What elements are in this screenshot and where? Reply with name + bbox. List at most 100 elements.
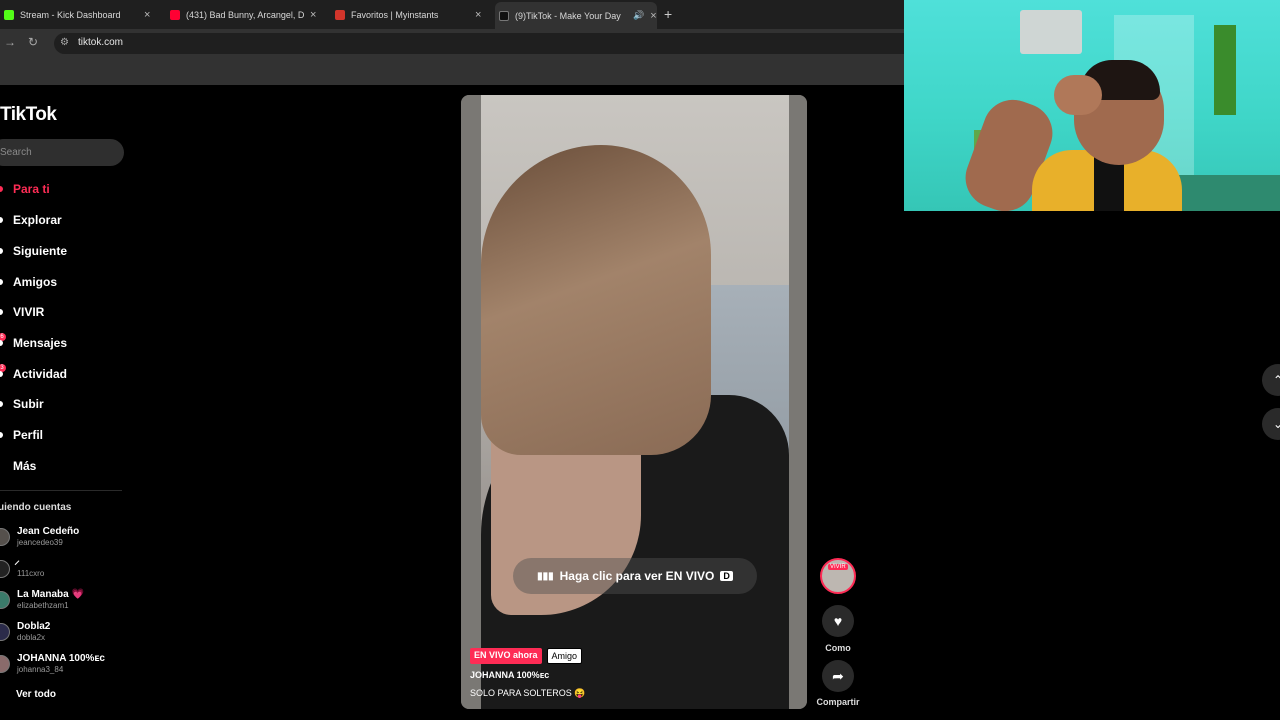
- browser-tab[interactable]: (431) Bad Bunny, Arcangel, De La Ghetto …: [166, 3, 326, 26]
- nav-actividad[interactable]: Actividad: [13, 367, 67, 381]
- forward-icon[interactable]: →: [4, 35, 16, 49]
- watch-live-button[interactable]: ▮▮▮ Haga clic para ver EN VIVO D: [513, 558, 757, 594]
- upload-icon: [0, 401, 3, 407]
- account-name: Dobla2: [17, 621, 51, 632]
- avatar[interactable]: [0, 655, 10, 673]
- browser-tab-active[interactable]: (9)TikTok - Make Your Day 🔊 ×: [495, 2, 657, 29]
- bookmarks-bar: [0, 58, 904, 85]
- close-tab-icon[interactable]: ×: [310, 9, 316, 21]
- watch-live-label: Haga clic para ver EN VIVO: [559, 569, 715, 583]
- new-tab-button[interactable]: +: [664, 6, 672, 22]
- previous-video-button[interactable]: ⌃: [1262, 364, 1280, 396]
- bed: [1174, 175, 1280, 211]
- account-username: jeancedeo39: [17, 538, 63, 547]
- account-name: ̷: [17, 557, 44, 568]
- following-section-title: uiendo cuentas: [0, 502, 72, 513]
- see-all-link[interactable]: Ver todo: [16, 689, 56, 700]
- video-tags: EN VIVO ahora Amigo: [470, 648, 583, 664]
- address-bar-row: → ↻ ⚙ tiktok.com: [0, 29, 904, 58]
- url-text[interactable]: tiktok.com: [78, 37, 123, 48]
- speaker-icon[interactable]: 🔊: [633, 10, 644, 21]
- account-name: Jean Cedeño: [17, 526, 80, 537]
- activity-icon: [0, 371, 3, 377]
- tiktok-favicon-icon: [499, 10, 509, 21]
- following-account[interactable]: JOHANNA 100%ᴇᴄ johanna3_84: [17, 653, 105, 674]
- search-box[interactable]: [0, 139, 124, 166]
- creator-avatar[interactable]: VIVIR: [820, 558, 856, 594]
- keyboard-shortcut-key: D: [720, 571, 733, 581]
- avatar[interactable]: [0, 528, 10, 546]
- home-icon: [0, 186, 3, 192]
- account-name: La Manaba 💗: [17, 589, 84, 600]
- youtube-favicon-icon: [170, 9, 180, 20]
- signal-bars-icon: ▮▮▮: [537, 570, 554, 582]
- close-tab-icon[interactable]: ×: [650, 10, 656, 22]
- account-username: 111cxro: [17, 569, 45, 578]
- reload-icon[interactable]: ↻: [28, 35, 38, 49]
- omnibox[interactable]: ⚙ tiktok.com: [54, 33, 904, 54]
- nav-amigos[interactable]: Amigos: [13, 275, 57, 289]
- live-badge: VIVIR: [828, 564, 848, 570]
- myinstants-favicon-icon: [335, 9, 345, 20]
- following-account[interactable]: Jean Cedeño jeancedeo39: [17, 526, 79, 547]
- messages-icon: [0, 340, 3, 346]
- like-label: Como: [825, 643, 851, 653]
- nav-siguiente[interactable]: Siguiente: [13, 244, 67, 258]
- account-username: elizabethzam1: [17, 601, 69, 610]
- share-button[interactable]: ➦: [822, 660, 854, 692]
- video-author[interactable]: JOHANNA 100%ᴇᴄ: [470, 670, 549, 680]
- close-tab-icon[interactable]: ×: [144, 9, 150, 21]
- tab-title: Stream - Kick Dashboard: [20, 9, 121, 20]
- browser-tab[interactable]: Favoritos | Myinstants ×: [331, 3, 489, 26]
- friends-icon: [0, 279, 3, 285]
- following-icon: [0, 248, 3, 254]
- nav-vivir[interactable]: VIVIR: [13, 305, 44, 319]
- chevron-down-icon: ⌄: [1272, 417, 1280, 431]
- avatar[interactable]: [0, 560, 10, 578]
- tab-title: Favoritos | Myinstants: [351, 9, 439, 20]
- following-account[interactable]: ̷ 111cxro: [17, 557, 44, 578]
- air-conditioner: [1020, 10, 1082, 54]
- wall-flag: [1214, 25, 1236, 115]
- search-input[interactable]: [0, 139, 110, 158]
- account-username: dobla2x: [17, 633, 46, 642]
- share-label: Compartir: [816, 697, 860, 707]
- video-blur-edge: [789, 95, 807, 709]
- nav-explorar[interactable]: Explorar: [13, 213, 62, 227]
- nav-perfil[interactable]: Perfil: [13, 428, 43, 442]
- nav-para-ti[interactable]: Para ti: [13, 182, 50, 196]
- nav-mensajes[interactable]: Mensajes: [13, 336, 67, 350]
- kick-favicon-icon: [4, 9, 14, 20]
- tiktok-logo[interactable]: TikTok: [0, 104, 57, 126]
- next-video-button[interactable]: ⌄: [1262, 408, 1280, 440]
- compass-icon: [0, 217, 3, 223]
- live-now-tag: EN VIVO ahora: [470, 648, 542, 664]
- browser-tab[interactable]: Stream - Kick Dashboard ×: [0, 3, 162, 26]
- profile-icon: [0, 432, 3, 438]
- sidebar-divider: [0, 490, 122, 491]
- tab-title: (431) Bad Bunny, Arcangel, De La Ghetto: [186, 9, 304, 20]
- chevron-up-icon: ⌃: [1272, 373, 1280, 387]
- live-icon: [0, 309, 3, 315]
- nav-mas[interactable]: Más: [13, 459, 36, 473]
- following-account[interactable]: La Manaba 💗 elizabethzam1: [17, 589, 84, 610]
- browser-tab-bar: Stream - Kick Dashboard × (431) Bad Bunn…: [0, 0, 904, 29]
- nav-subir[interactable]: Subir: [13, 397, 44, 411]
- like-button[interactable]: ♥: [822, 605, 854, 637]
- video-blur-edge: [461, 95, 481, 709]
- close-tab-icon[interactable]: ×: [475, 9, 481, 21]
- following-account[interactable]: Dobla2 dobla2x: [17, 621, 50, 642]
- account-name: JOHANNA 100%ᴇᴄ: [17, 653, 105, 664]
- video-player[interactable]: ▮▮▮ Haga clic para ver EN VIVO D EN VIVO…: [461, 95, 807, 709]
- webcam-overlay: [904, 0, 1280, 211]
- share-icon: ➦: [832, 667, 844, 684]
- heart-icon: ♥: [833, 613, 843, 629]
- account-username: johanna3_84: [17, 665, 64, 674]
- avatar[interactable]: [0, 591, 10, 609]
- friend-tag: Amigo: [546, 648, 583, 664]
- video-description: SOLO PARA SOLTEROS 😝: [470, 688, 586, 698]
- video-hair: [481, 145, 711, 455]
- avatar[interactable]: [0, 623, 10, 641]
- site-info-icon[interactable]: ⚙: [60, 37, 69, 48]
- streamer-hand: [1054, 75, 1102, 115]
